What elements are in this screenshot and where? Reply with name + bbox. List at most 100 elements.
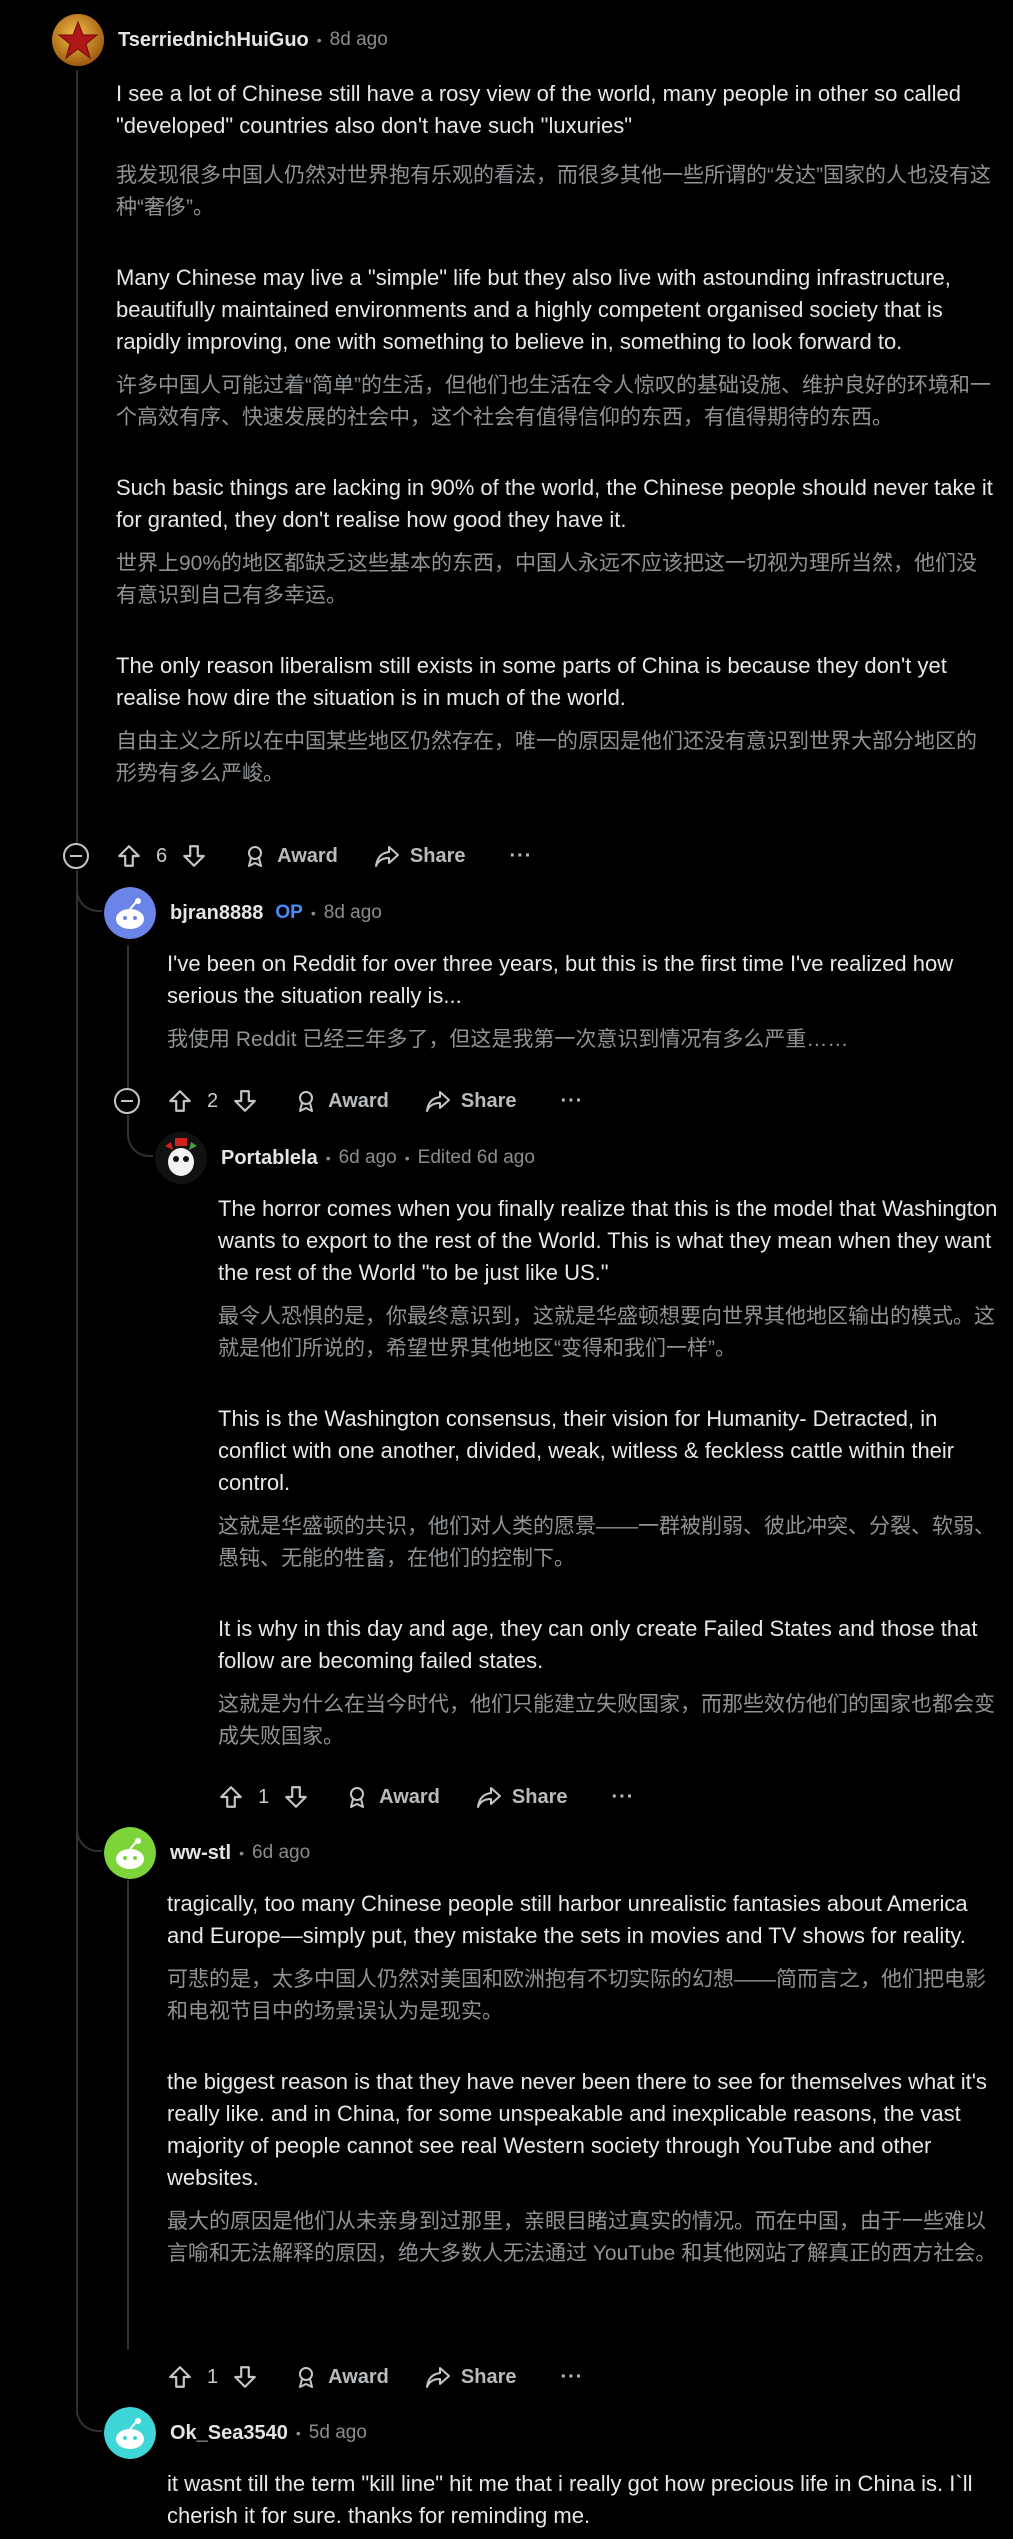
comment-body: I've been on Reddit for over three years… bbox=[167, 948, 997, 1056]
award-button[interactable]: Award bbox=[294, 1089, 389, 1113]
comment-text-en: Many Chinese may live a "simple" life bu… bbox=[116, 265, 951, 354]
avatar[interactable] bbox=[155, 1132, 207, 1184]
timestamp: 8d ago bbox=[329, 29, 388, 50]
share-button[interactable]: Share bbox=[476, 1785, 568, 1809]
thread-line-root-children bbox=[76, 870, 78, 2410]
thread-curve-bjran bbox=[76, 870, 102, 912]
vote-count: 1 bbox=[258, 1785, 270, 1808]
comment-header: Ok_Sea3540 • 5d ago bbox=[104, 2403, 367, 2463]
share-icon bbox=[425, 1091, 450, 1112]
award-label: Award bbox=[328, 2365, 389, 2388]
comment-text-en: it wasnt till the term "kill line" hit m… bbox=[167, 2471, 973, 2528]
upvote-icon[interactable] bbox=[218, 1784, 244, 1810]
award-label: Award bbox=[277, 844, 338, 867]
timestamp: 5d ago bbox=[308, 2422, 367, 2443]
avatar[interactable] bbox=[104, 2407, 156, 2459]
collapse-thread-button[interactable] bbox=[114, 1088, 140, 1114]
downvote-icon[interactable] bbox=[181, 843, 207, 869]
more-options-button[interactable]: ··· bbox=[611, 1786, 634, 1809]
avatar[interactable] bbox=[104, 1827, 156, 1879]
action-bar: 2 Award Share ··· bbox=[167, 1081, 583, 1121]
comment-header: TserriednichHuiGuo • 8d ago bbox=[52, 10, 388, 70]
share-icon bbox=[425, 2367, 450, 2388]
comment-text-zh: 最令人恐惧的是，你最终意识到，这就是华盛顿想要向世界其他地区输出的模式。这就是他… bbox=[218, 1305, 995, 1360]
separator-dot: • bbox=[325, 1150, 331, 1166]
comment-text-zh: 这就是为什么在当今时代，他们只能建立失败国家，而那些效仿他们的国家也都会变成失败… bbox=[218, 1693, 995, 1748]
username[interactable]: bjran8888 bbox=[170, 902, 263, 925]
separator-dot: • bbox=[295, 2425, 301, 2441]
award-button[interactable]: Award bbox=[243, 844, 338, 868]
vote-count: 2 bbox=[207, 1089, 219, 1112]
upvote-icon[interactable] bbox=[167, 2364, 193, 2390]
snoo-avatar-icon bbox=[104, 887, 156, 939]
thread-curve-wwstl bbox=[76, 1800, 102, 1852]
comment-header: bjran8888 OP • 8d ago bbox=[104, 883, 382, 943]
comment-body: tragically, too many Chinese people stil… bbox=[167, 1888, 997, 2270]
comment-text-zh: 我使用 Reddit 已经三年多了，但这是我第一次意识到情况有多么严重…… bbox=[167, 1028, 849, 1051]
share-label: Share bbox=[511, 1785, 568, 1808]
share-button[interactable]: Share bbox=[374, 844, 466, 868]
award-label: Award bbox=[328, 1089, 389, 1112]
award-button[interactable]: Award bbox=[345, 1785, 440, 1809]
collapse-thread-button[interactable] bbox=[63, 843, 89, 869]
more-options-button[interactable]: ··· bbox=[560, 1090, 583, 1113]
snoo-avatar-icon bbox=[104, 1827, 156, 1879]
separator-dot: • bbox=[404, 1150, 410, 1166]
upvote-icon[interactable] bbox=[167, 1088, 193, 1114]
share-icon bbox=[374, 846, 399, 867]
share-label: Share bbox=[460, 2365, 517, 2388]
more-options-button[interactable]: ··· bbox=[509, 845, 532, 868]
avatar[interactable] bbox=[52, 14, 104, 66]
op-badge: OP bbox=[275, 902, 303, 923]
award-button[interactable]: Award bbox=[294, 2365, 389, 2389]
username[interactable]: TserriednichHuiGuo bbox=[118, 29, 309, 52]
downvote-icon[interactable] bbox=[232, 2364, 258, 2390]
comment-text-en: It is why in this day and age, they can … bbox=[218, 1616, 978, 1673]
thread-curve-portablela bbox=[127, 1115, 153, 1157]
action-bar: 1 Award Share ··· bbox=[218, 1777, 634, 1817]
share-label: Share bbox=[460, 1089, 517, 1112]
downvote-icon[interactable] bbox=[232, 1088, 258, 1114]
comment-body: it wasnt till the term "kill line" hit m… bbox=[167, 2468, 997, 2532]
comment-text-zh: 许多中国人可能过着“简单”的生活，但他们也生活在令人惊叹的基础设施、维护良好的环… bbox=[116, 374, 991, 429]
edited-label: Edited 6d ago bbox=[417, 1147, 535, 1168]
timestamp: 6d ago bbox=[252, 1842, 311, 1863]
share-button[interactable]: Share bbox=[425, 2365, 517, 2389]
thread-curve-oksea bbox=[76, 2380, 102, 2432]
comment-text-en: The only reason liberalism still exists … bbox=[116, 653, 947, 710]
separator-dot: • bbox=[310, 905, 316, 921]
comment-header: Portablela • 6d ago • Edited 6d ago bbox=[155, 1128, 535, 1188]
award-icon bbox=[248, 846, 263, 867]
comment-text-zh: 可悲的是，太多中国人仍然对美国和欧洲抱有不切实际的幻想——简而言之，他们把电影和… bbox=[167, 1968, 986, 2023]
timestamp: 6d ago bbox=[338, 1147, 397, 1168]
comment-body: I see a lot of Chinese still have a rosy… bbox=[116, 78, 996, 790]
downvote-icon[interactable] bbox=[283, 1784, 309, 1810]
username[interactable]: Portablela bbox=[221, 1147, 318, 1170]
award-icon bbox=[350, 1787, 365, 1808]
vote-count: 6 bbox=[156, 844, 168, 867]
comment-text-en: tragically, too many Chinese people stil… bbox=[167, 1891, 968, 1948]
separator-dot: • bbox=[316, 32, 322, 48]
more-options-button[interactable]: ··· bbox=[560, 2366, 583, 2389]
comment-body: The horror comes when you finally realiz… bbox=[218, 1193, 998, 1753]
award-icon bbox=[299, 2367, 314, 2388]
comment-text-zh: 这就是华盛顿的共识，他们对人类的愿景——一群被削弱、彼此冲突、分裂、软弱、愚钝、… bbox=[218, 1515, 995, 1570]
award-icon bbox=[299, 1091, 314, 1112]
comment-text-en: I see a lot of Chinese still have a rosy… bbox=[116, 81, 962, 138]
comment-text-zh: 世界上90%的地区都缺乏这些基本的东西，中国人永远不应该把这一切视为理所当然，他… bbox=[116, 552, 978, 607]
comment-text-en: I've been on Reddit for over three years… bbox=[167, 951, 954, 1008]
comment-text-en: The horror comes when you finally realiz… bbox=[218, 1196, 998, 1285]
action-bar: 1 Award Share ··· bbox=[167, 2357, 583, 2397]
action-bar: 6 Award Share ··· bbox=[116, 836, 532, 876]
username[interactable]: Ok_Sea3540 bbox=[170, 2422, 288, 2445]
share-label: Share bbox=[409, 844, 466, 867]
upvote-icon[interactable] bbox=[116, 843, 142, 869]
separator-dot: • bbox=[239, 1845, 245, 1861]
comment-text-en: the biggest reason is that they have nev… bbox=[167, 2069, 987, 2190]
comment-text-zh: 最大的原因是他们从未亲身到过那里，亲眼目睹过真实的情况。而在中国，由于一些难以言… bbox=[167, 2210, 997, 2265]
timestamp: 8d ago bbox=[323, 902, 382, 923]
star-avatar-icon bbox=[52, 14, 104, 66]
username[interactable]: ww-stl bbox=[170, 1842, 231, 1865]
avatar[interactable] bbox=[104, 887, 156, 939]
share-button[interactable]: Share bbox=[425, 1089, 517, 1113]
